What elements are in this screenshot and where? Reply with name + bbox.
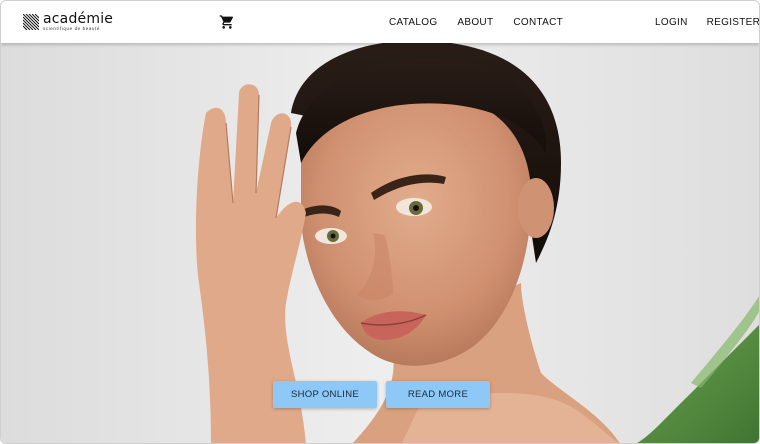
site-header: académie scientifique de beauté CATALOG … bbox=[1, 1, 759, 43]
nav-link-register[interactable]: REGISTER bbox=[707, 17, 759, 28]
nav-link-contact[interactable]: CONTACT bbox=[513, 17, 563, 28]
shopping-cart-icon[interactable] bbox=[219, 14, 235, 30]
hero-actions: SHOP ONLINE READ MORE bbox=[273, 381, 490, 408]
main-nav: CATALOG ABOUT CONTACT bbox=[389, 1, 583, 43]
logo-wordmark: académie bbox=[43, 11, 114, 28]
logo-hatch-icon bbox=[23, 14, 39, 30]
account-nav: LOGIN REGISTER bbox=[655, 1, 759, 43]
nav-link-catalog[interactable]: CATALOG bbox=[389, 17, 437, 28]
hero-banner: SHOP ONLINE READ MORE bbox=[1, 43, 759, 443]
read-more-button[interactable]: READ MORE bbox=[386, 381, 490, 408]
brand-logo[interactable]: académie scientifique de beauté bbox=[23, 12, 113, 32]
shop-online-button[interactable]: SHOP ONLINE bbox=[273, 381, 377, 408]
nav-link-about[interactable]: ABOUT bbox=[457, 17, 493, 28]
browser-window: académie scientifique de beauté CATALOG … bbox=[0, 0, 760, 444]
logo-tagline: scientifique de beauté bbox=[43, 26, 100, 32]
nav-link-login[interactable]: LOGIN bbox=[655, 17, 688, 28]
